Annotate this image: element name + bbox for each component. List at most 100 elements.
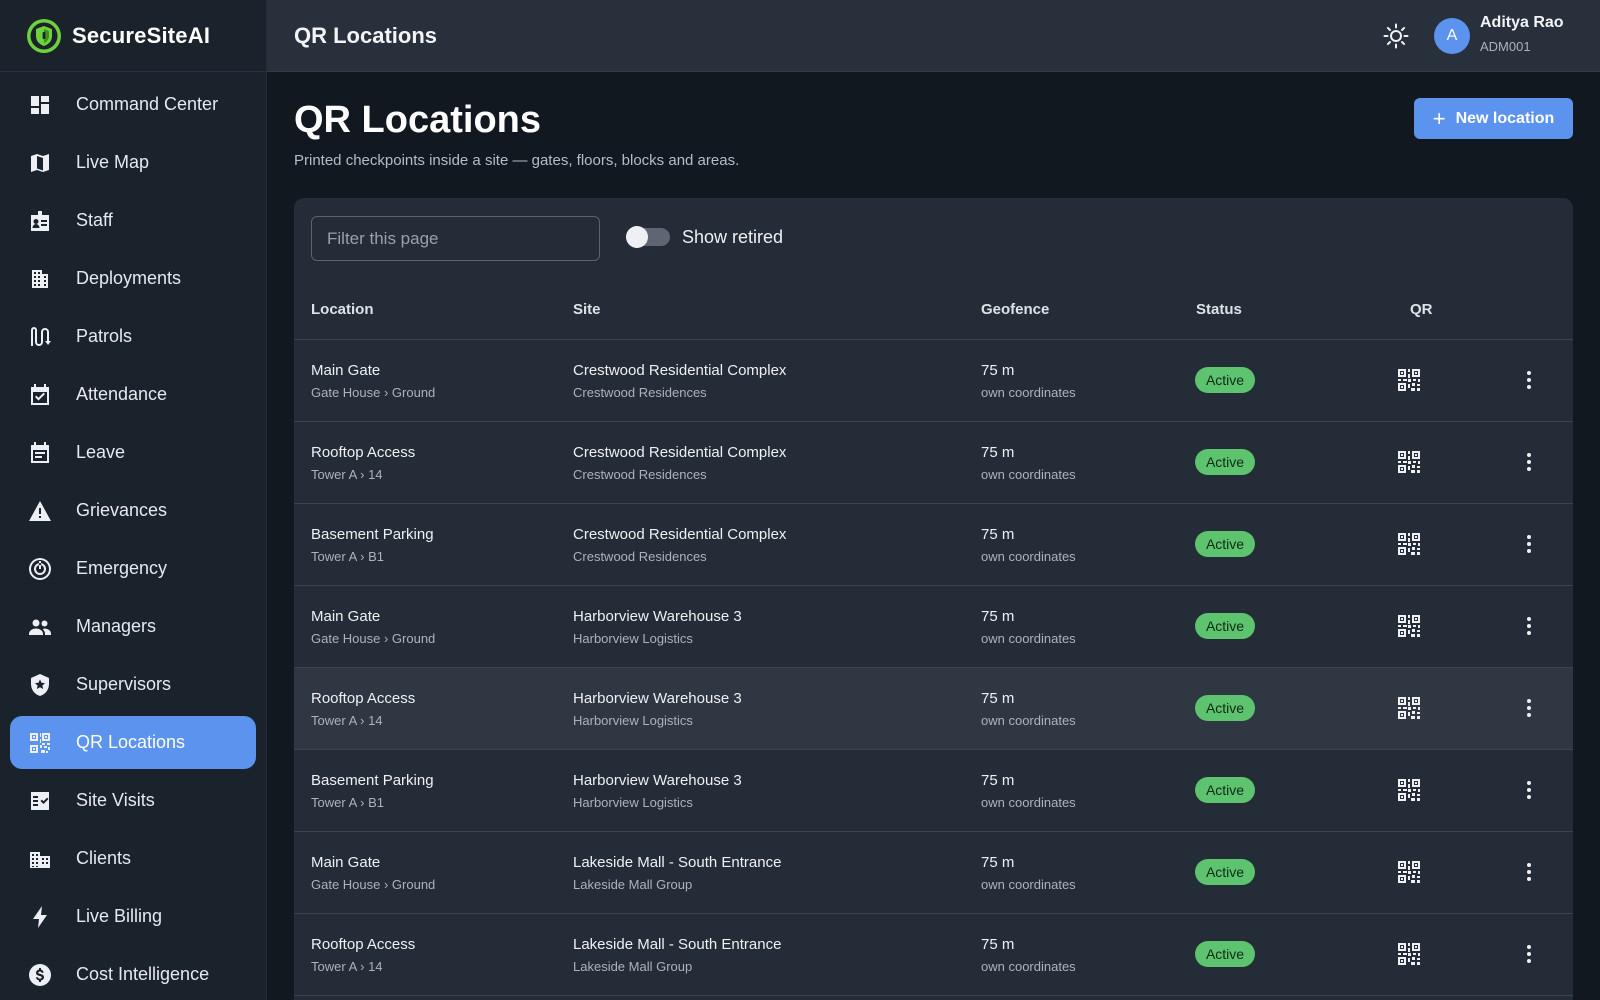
people-icon bbox=[28, 615, 52, 639]
client-name: Crestwood Residences bbox=[573, 467, 707, 482]
dot-icon bbox=[1527, 877, 1531, 881]
sidebar-item-supervisors[interactable]: Supervisors bbox=[10, 658, 256, 711]
qr-code-icon[interactable] bbox=[1398, 533, 1420, 555]
sidebar-item-clients[interactable]: Clients bbox=[10, 832, 256, 885]
site-name: Harborview Warehouse 3 bbox=[573, 690, 742, 707]
dot-icon bbox=[1527, 788, 1531, 792]
table-row[interactable]: Main Gate Gate House › Ground Lakeside M… bbox=[294, 832, 1573, 914]
filter-input[interactable] bbox=[311, 216, 600, 261]
dot-icon bbox=[1527, 699, 1531, 703]
column-header-status: Status bbox=[1196, 301, 1242, 318]
dot-icon bbox=[1527, 460, 1531, 464]
dot-icon bbox=[1527, 959, 1531, 963]
table-row[interactable]: Rooftop Access Tower A › 14 Crestwood Re… bbox=[294, 422, 1573, 504]
location-name: Rooftop Access bbox=[311, 690, 416, 707]
more-actions-button[interactable] bbox=[1524, 942, 1534, 966]
shield-star-icon bbox=[28, 673, 52, 697]
column-header-geofence: Geofence bbox=[981, 301, 1050, 318]
table-row[interactable]: Basement Parking Tower A › B1 Harborview… bbox=[294, 750, 1573, 832]
location-path: Gate House › Ground bbox=[311, 385, 436, 400]
locations-card: Show retired Location Site Geofence Stat… bbox=[294, 198, 1573, 1000]
more-actions-button[interactable] bbox=[1524, 860, 1534, 884]
sidebar-item-label: QR Locations bbox=[76, 732, 186, 752]
geofence-source: own coordinates bbox=[981, 631, 1076, 646]
user-avatar[interactable]: A bbox=[1434, 18, 1470, 54]
location-path: Gate House › Ground bbox=[311, 631, 436, 646]
location-name: Rooftop Access bbox=[311, 444, 416, 461]
more-actions-button[interactable] bbox=[1524, 614, 1534, 638]
dot-icon bbox=[1527, 795, 1531, 799]
more-actions-button[interactable] bbox=[1524, 450, 1534, 474]
qr-code-icon[interactable] bbox=[1398, 779, 1420, 801]
page-title: QR Locations bbox=[294, 99, 542, 141]
location-path: Gate House › Ground bbox=[311, 877, 436, 892]
client-name: Crestwood Residences bbox=[573, 549, 707, 564]
more-actions-button[interactable] bbox=[1524, 696, 1534, 720]
sun-icon bbox=[1383, 23, 1409, 49]
show-retired-toggle[interactable] bbox=[626, 226, 670, 248]
sidebar-item-label: Deployments bbox=[76, 268, 182, 288]
dot-icon bbox=[1527, 385, 1531, 389]
sidebar-item-managers[interactable]: Managers bbox=[10, 600, 256, 653]
sidebar-item-staff[interactable]: Staff bbox=[10, 194, 256, 247]
dot-icon bbox=[1527, 535, 1531, 539]
table-row[interactable]: Main Gate Gate House › Ground Harborview… bbox=[294, 586, 1573, 668]
qr-code-icon[interactable] bbox=[1398, 697, 1420, 719]
dot-icon bbox=[1527, 624, 1531, 628]
location-name: Main Gate bbox=[311, 362, 381, 379]
geofence-radius: 75 m bbox=[981, 526, 1015, 543]
geofence-radius: 75 m bbox=[981, 772, 1015, 789]
site-name: Harborview Warehouse 3 bbox=[573, 772, 742, 789]
more-actions-button[interactable] bbox=[1524, 778, 1534, 802]
site-name: Crestwood Residential Complex bbox=[573, 526, 787, 543]
sidebar-item-cost-intelligence[interactable]: Cost Intelligence bbox=[10, 948, 256, 1000]
user-name: Aditya Rao bbox=[1480, 14, 1564, 31]
column-header-qr: QR bbox=[1410, 301, 1433, 318]
brand[interactable]: SecureSiteAI bbox=[0, 0, 266, 72]
sidebar-item-label: Grievances bbox=[76, 500, 168, 520]
qr-code-icon[interactable] bbox=[1398, 451, 1420, 473]
sidebar-item-label: Command Center bbox=[76, 94, 219, 114]
location-path: Tower A › 14 bbox=[311, 467, 383, 482]
sidebar-item-deployments[interactable]: Deployments bbox=[10, 252, 256, 305]
sidebar-item-leave[interactable]: Leave bbox=[10, 426, 256, 479]
column-header-location: Location bbox=[311, 301, 374, 318]
qr-code-icon[interactable] bbox=[1398, 369, 1420, 391]
table-row[interactable]: Basement Parking Tower A › B1 Crestwood … bbox=[294, 504, 1573, 586]
more-actions-button[interactable] bbox=[1524, 368, 1534, 392]
sidebar-item-live-billing[interactable]: Live Billing bbox=[10, 890, 256, 943]
sidebar-item-emergency[interactable]: Emergency bbox=[10, 542, 256, 595]
status-badge: Active bbox=[1195, 613, 1255, 639]
more-actions-button[interactable] bbox=[1524, 532, 1534, 556]
qr-code-icon[interactable] bbox=[1398, 615, 1420, 637]
geofence-source: own coordinates bbox=[981, 795, 1076, 810]
qr-code-icon[interactable] bbox=[1398, 861, 1420, 883]
qr-code-icon[interactable] bbox=[1398, 943, 1420, 965]
sidebar-item-label: Supervisors bbox=[76, 674, 172, 694]
sidebar-item-live-map[interactable]: Live Map bbox=[10, 136, 256, 189]
location-name: Basement Parking bbox=[311, 526, 434, 543]
sidebar-item-label: Site Visits bbox=[76, 790, 155, 810]
sidebar-item-label: Managers bbox=[76, 616, 157, 636]
theme-toggle-button[interactable] bbox=[1380, 20, 1412, 52]
sidebar-item-grievances[interactable]: Grievances bbox=[10, 484, 256, 537]
dot-icon bbox=[1527, 378, 1531, 382]
sidebar-item-patrols[interactable]: Patrols bbox=[10, 310, 256, 363]
table-row[interactable]: Rooftop Access Tower A › 14 Harborview W… bbox=[294, 668, 1573, 750]
page-subtitle: Printed checkpoints inside a site — gate… bbox=[294, 152, 740, 169]
table-row[interactable]: Main Gate Gate House › Ground Crestwood … bbox=[294, 340, 1573, 422]
dot-icon bbox=[1527, 631, 1531, 635]
location-path: Tower A › B1 bbox=[311, 549, 384, 564]
table-row[interactable]: Rooftop Access Tower A › 14 Lakeside Mal… bbox=[294, 914, 1573, 996]
shield-logo-icon bbox=[27, 18, 61, 53]
map-icon bbox=[28, 151, 52, 175]
sidebar-item-qr-locations[interactable]: QR Locations bbox=[10, 716, 256, 769]
sidebar-item-attendance[interactable]: Attendance bbox=[10, 368, 256, 421]
status-badge: Active bbox=[1195, 859, 1255, 885]
brand-name: SecureSiteAI bbox=[72, 22, 211, 48]
geofence-radius: 75 m bbox=[981, 690, 1015, 707]
new-location-button[interactable]: + New location bbox=[1414, 98, 1573, 139]
sidebar-item-command-center[interactable]: Command Center bbox=[10, 78, 256, 131]
sidebar-item-site-visits[interactable]: Site Visits bbox=[10, 774, 256, 827]
route-icon bbox=[28, 325, 52, 349]
